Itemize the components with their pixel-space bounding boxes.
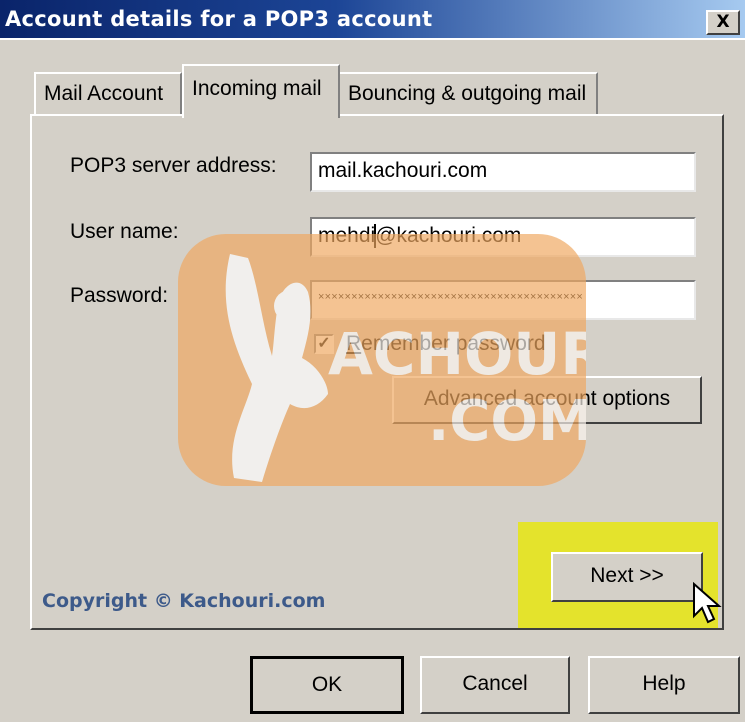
tab-mail-account[interactable]: Mail Account [34, 72, 182, 114]
checkmark-icon: ✓ [317, 335, 331, 352]
remember-password-label[interactable]: Remember password [346, 332, 546, 356]
next-button[interactable]: Next >> [551, 552, 703, 602]
title-bar[interactable]: Account details for a POP3 account X [0, 0, 745, 40]
password-label: Password: [70, 284, 169, 307]
tab-bouncing-outgoing[interactable]: Bouncing & outgoing mail [338, 72, 598, 114]
copyright-text: Copyright © Kachouri.com [42, 590, 326, 612]
tab-incoming-mail[interactable]: Incoming mail [182, 64, 340, 118]
server-input[interactable]: mail.kachouri.com [310, 152, 696, 192]
remember-password-checkbox[interactable]: ✓ [314, 334, 334, 354]
password-input[interactable]: ×××××××××××××××××××××××××××××××××××××××× [310, 280, 696, 320]
cancel-button[interactable]: Cancel [420, 656, 570, 714]
remember-label-rest: emember password [361, 332, 546, 355]
username-label: User name: [70, 220, 179, 243]
remember-accelerator: R [346, 332, 362, 355]
close-button[interactable]: X [706, 10, 740, 35]
mouse-cursor-icon [693, 582, 722, 624]
username-value-prefix: mehdi [318, 224, 376, 247]
help-button[interactable]: Help [588, 656, 740, 714]
server-input-value: mail.kachouri.com [318, 159, 488, 182]
ok-button[interactable]: OK [250, 656, 404, 714]
username-input[interactable]: mehdi@kachouri.com [310, 217, 696, 257]
advanced-options-button[interactable]: Advanced account options [392, 376, 702, 424]
password-value: ×××××××××××××××××××××××××××××××××××××××× [318, 291, 583, 303]
username-value-suffix: @kachouri.com [375, 224, 522, 247]
server-label: POP3 server address: [70, 154, 277, 177]
window-title: Account details for a POP3 account [5, 7, 433, 31]
